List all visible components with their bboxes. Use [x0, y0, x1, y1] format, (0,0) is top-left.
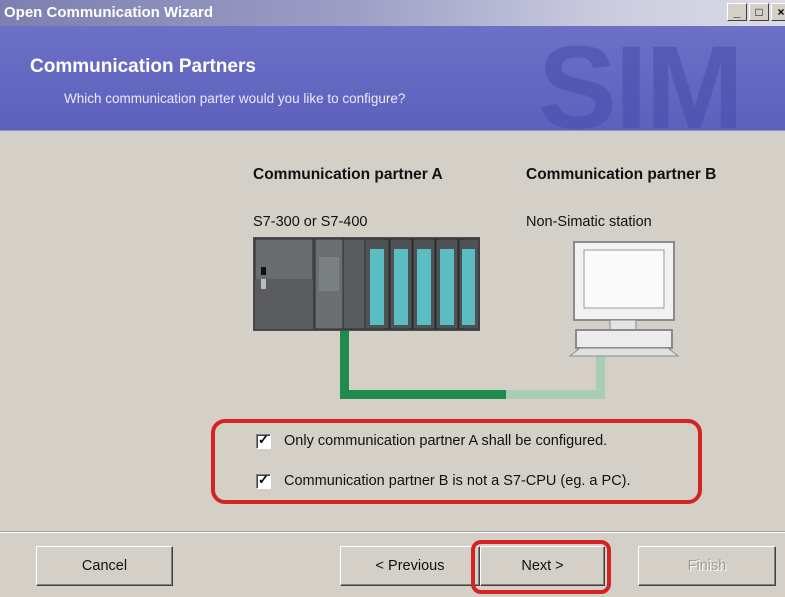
option-label: Communication partner B is not a S7-CPU …: [284, 473, 631, 489]
partner-b-type: Non-Simatic station: [526, 214, 652, 230]
page-title: Communication Partners: [30, 56, 256, 77]
options-highlight: [211, 419, 702, 504]
checkbox[interactable]: ✓: [256, 471, 271, 489]
close-icon: ×: [777, 5, 785, 19]
maximize-button[interactable]: □: [749, 3, 769, 21]
close-button[interactable]: ×: [771, 3, 785, 21]
maximize-icon: □: [755, 5, 763, 19]
checkbox[interactable]: ✓: [256, 431, 271, 449]
option-label: Only communication partner A shall be co…: [284, 433, 608, 449]
partner-a-type: S7-300 or S7-400: [253, 214, 368, 230]
pc-station-icon: [568, 241, 680, 357]
network-cable: [506, 390, 604, 399]
cancel-button[interactable]: Cancel: [36, 546, 173, 586]
partner-b-heading: Communication partner B: [526, 166, 717, 183]
network-cable: [596, 356, 605, 399]
finish-button: Finish: [638, 546, 776, 586]
network-cable: [340, 331, 349, 398]
next-highlight: [471, 540, 611, 594]
title-bar: Open Communication Wizard _ □ ×: [0, 0, 785, 26]
page-subtitle: Which communication parter would you lik…: [64, 91, 406, 106]
wizard-header: SIM Communication Partners Which communi…: [0, 26, 785, 131]
network-cable: [340, 390, 506, 399]
brand-watermark: SIM: [538, 26, 744, 131]
minimize-button[interactable]: _: [727, 3, 747, 21]
minimize-icon: _: [733, 5, 741, 19]
footer-divider: [0, 531, 785, 533]
window-title: Open Communication Wizard: [4, 4, 214, 21]
option-partner-b-not-s7[interactable]: ✓ Communication partner B is not a S7-CP…: [256, 471, 631, 489]
checkmark-icon: ✓: [258, 471, 269, 487]
checkmark-icon: ✓: [258, 431, 269, 447]
previous-button[interactable]: < Previous: [340, 546, 480, 586]
partner-a-heading: Communication partner A: [253, 166, 443, 183]
s7-rack-icon: [253, 237, 480, 331]
option-partner-a-only[interactable]: ✓ Only communication partner A shall be …: [256, 431, 608, 449]
window-controls: _ □ ×: [727, 3, 785, 21]
